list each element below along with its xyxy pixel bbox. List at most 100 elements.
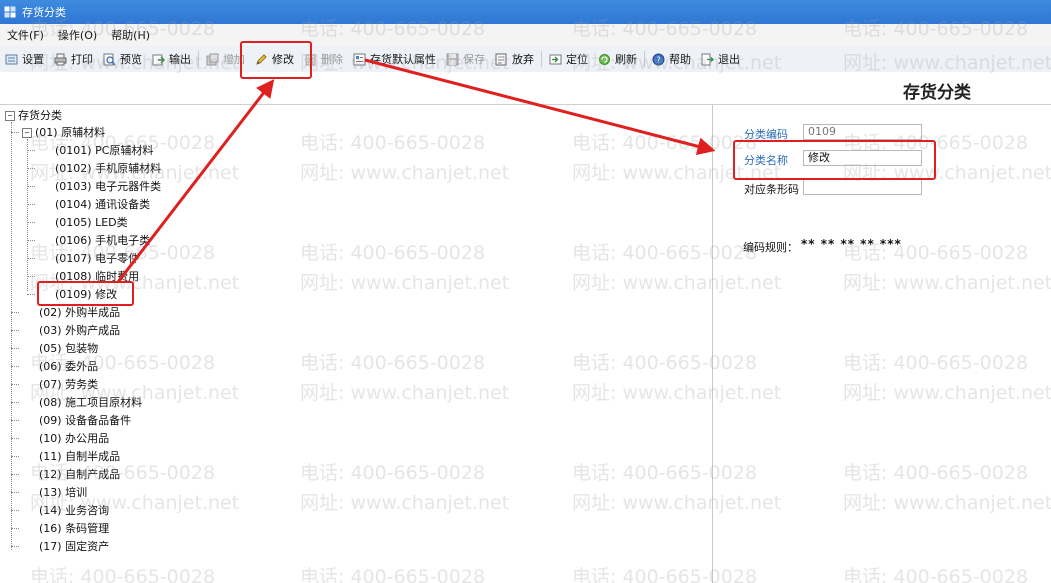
tree-connector	[11, 456, 19, 457]
discard-icon	[495, 53, 508, 66]
barcode-input[interactable]	[803, 179, 922, 195]
tree-connector	[11, 492, 19, 493]
add-icon	[206, 53, 219, 66]
default-attributes-button[interactable]: 存货默认属性	[348, 48, 441, 70]
tree-connector	[11, 330, 19, 331]
tree-node-12[interactable]: (12) 自制产成品	[39, 466, 120, 483]
menu-bar: 文件(F) 操作(O) 帮助(H)	[0, 24, 1051, 47]
settings-icon	[5, 53, 18, 66]
delete-button[interactable]: 删除	[299, 48, 348, 70]
preview-label: 预览	[120, 53, 142, 66]
tree-node-root[interactable]: − 存货分类	[5, 107, 62, 124]
tree-node-14[interactable]: (14) 业务咨询	[39, 502, 109, 519]
tree-node-17[interactable]: (17) 固定资产	[39, 538, 109, 555]
print-button[interactable]: 打印	[49, 48, 98, 70]
tree-connector	[27, 240, 35, 241]
pencil-icon	[255, 53, 268, 66]
help-label: 帮助	[669, 53, 691, 66]
tree-connector	[27, 139, 28, 291]
tree-connector	[27, 168, 35, 169]
tree-node-0103[interactable]: (0103) 电子元器件类	[55, 178, 161, 195]
menu-file[interactable]: 文件(F)	[0, 27, 51, 43]
tree-node-08[interactable]: (08) 施工项目原材料	[39, 394, 142, 411]
tree-node-13[interactable]: (13) 培训	[39, 484, 87, 501]
tree-connector	[11, 528, 19, 529]
refresh-icon	[598, 53, 611, 66]
tree-node-0104[interactable]: (0104) 通讯设备类	[55, 196, 150, 213]
svg-text:?: ?	[656, 55, 660, 64]
modify-label: 修改	[272, 53, 294, 66]
tree-connector	[11, 510, 19, 511]
refresh-label: 刷新	[615, 53, 637, 66]
tree-node-11[interactable]: (11) 自制半成品	[39, 448, 120, 465]
category-code-label: 分类编码	[744, 128, 788, 141]
default-attributes-label: 存货默认属性	[370, 53, 436, 66]
tree-node-10[interactable]: (10) 办公用品	[39, 430, 109, 447]
help-button[interactable]: ? 帮助	[647, 48, 696, 70]
export-icon	[152, 53, 165, 66]
exit-icon	[701, 53, 714, 66]
preview-button[interactable]: 预览	[98, 48, 147, 70]
tree-connector	[11, 546, 19, 547]
app-window: 存货分类 文件(F) 操作(O) 帮助(H) 设置 打印 预览 输出 增加 修改…	[0, 0, 1051, 583]
tree-connector	[27, 276, 35, 277]
collapse-icon[interactable]: −	[22, 128, 32, 138]
properties-icon	[353, 53, 366, 66]
tree-node-0109[interactable]: (0109) 修改	[55, 286, 117, 303]
category-tree-panel[interactable]: − 存货分类 − (01) 原辅材料 (0101) PC原辅材料 (0102) 手机…	[0, 105, 713, 583]
tree-connector	[27, 258, 35, 259]
setup-button[interactable]: 设置	[0, 48, 49, 70]
floppy-icon	[446, 53, 459, 66]
collapse-icon[interactable]: −	[5, 111, 15, 121]
category-code-input[interactable]	[803, 124, 922, 140]
discard-button[interactable]: 放弃	[490, 48, 539, 70]
save-button[interactable]: 保存	[441, 48, 490, 70]
tree-connector	[27, 222, 35, 223]
locate-button[interactable]: 定位	[544, 48, 593, 70]
toolbar-separator	[541, 51, 542, 67]
tree-node-03[interactable]: (03) 外购产成品	[39, 322, 120, 339]
tree-connector	[27, 150, 35, 151]
page-title: 存货分类	[903, 83, 971, 103]
tree-node-0107[interactable]: (0107) 电子零件	[55, 250, 139, 267]
tree-node-0105[interactable]: (0105) LED类	[55, 214, 128, 231]
tree-node-label: 存货分类	[18, 109, 62, 122]
tree-node-02[interactable]: (02) 外购半成品	[39, 304, 120, 321]
refresh-button[interactable]: 刷新	[593, 48, 642, 70]
tree-node-01[interactable]: − (01) 原辅材料	[22, 124, 105, 141]
tree-node-0102[interactable]: (0102) 手机原辅材料	[55, 160, 161, 177]
print-label: 打印	[71, 53, 93, 66]
help-icon: ?	[652, 53, 665, 66]
delete-icon	[304, 53, 317, 66]
tree-connector	[11, 438, 19, 439]
window-title: 存货分类	[22, 6, 66, 19]
modify-button[interactable]: 修改	[250, 48, 299, 70]
tree-connector	[11, 384, 19, 385]
tree-node-09[interactable]: (09) 设备备品备件	[39, 412, 131, 429]
category-name-input[interactable]	[803, 150, 922, 166]
title-bar: 存货分类	[0, 0, 1051, 24]
tree-node-0108[interactable]: (0108) 临时费用	[55, 268, 139, 285]
exit-button[interactable]: 退出	[696, 48, 745, 70]
tree-connector	[11, 402, 19, 403]
printer-icon	[54, 53, 67, 66]
barcode-label: 对应条形码	[744, 183, 799, 196]
tree-node-16[interactable]: (16) 条码管理	[39, 520, 109, 537]
delete-label: 删除	[321, 53, 343, 66]
menu-operation[interactable]: 操作(O)	[51, 27, 104, 43]
tree-connector	[11, 122, 12, 550]
toolbar: 设置 打印 预览 输出 增加 修改 删除 存货默认属性 保存 放弃 定位 刷新 …	[0, 46, 1051, 73]
tree-node-07[interactable]: (07) 劳务类	[39, 376, 98, 393]
tree-connector	[11, 132, 19, 133]
export-button[interactable]: 输出	[147, 48, 196, 70]
add-button[interactable]: 增加	[201, 48, 250, 70]
tree-node-05[interactable]: (05) 包装物	[39, 340, 98, 357]
tree-node-label: (01) 原辅材料	[35, 126, 106, 139]
tree-connector	[11, 474, 19, 475]
tree-node-0101[interactable]: (0101) PC原辅材料	[55, 142, 153, 159]
coding-rule-value: ** ** ** ** ***	[801, 237, 902, 251]
save-label: 保存	[463, 53, 485, 66]
tree-node-0106[interactable]: (0106) 手机电子类	[55, 232, 150, 249]
tree-node-06[interactable]: (06) 委外品	[39, 358, 98, 375]
menu-help[interactable]: 帮助(H)	[104, 27, 157, 43]
